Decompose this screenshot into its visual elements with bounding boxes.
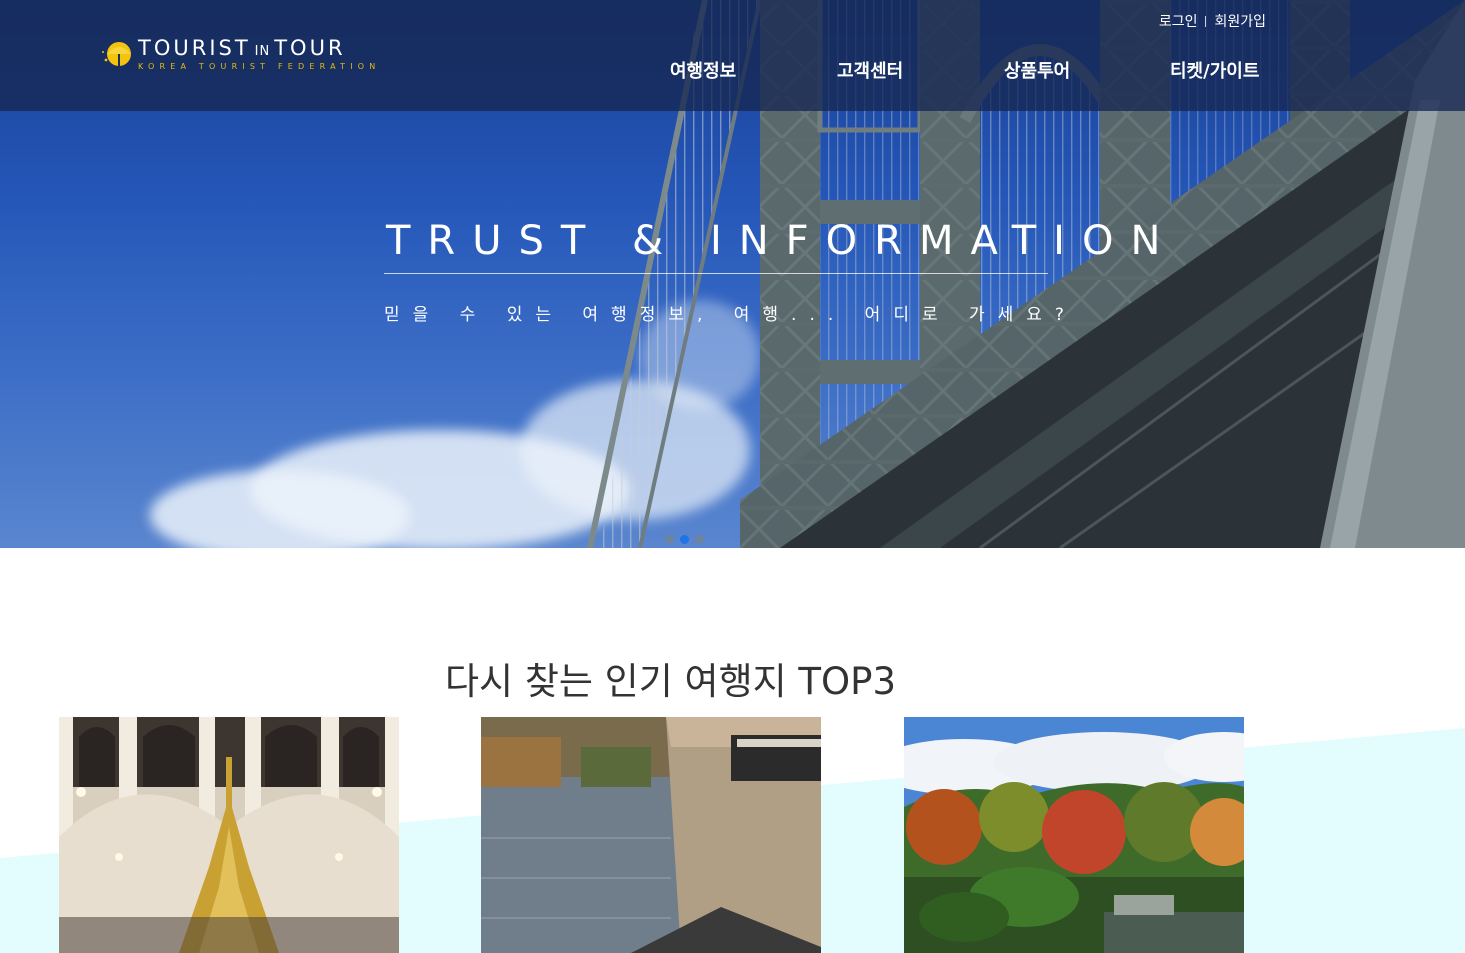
section-title: 다시 찾는 인기 여행지 TOP3 bbox=[445, 660, 896, 703]
slider-pagination bbox=[662, 529, 707, 548]
nav-item-product-tour[interactable]: 상품투어 bbox=[1004, 57, 1070, 83]
popular-destinations-section: 다시 찾는 인기 여행지 TOP3 bbox=[0, 548, 1465, 953]
japanese-garden-image bbox=[904, 717, 1244, 953]
hero-title: TRUST & INFORMATION bbox=[386, 218, 1178, 264]
hero-subtitle: 믿을 수 있는 여행정보, 여행... 어디로 가세요? bbox=[384, 305, 1077, 325]
signup-link[interactable]: 회원가입 bbox=[1214, 14, 1266, 30]
nav-item-ticket-guide[interactable]: 티켓/가이트 bbox=[1170, 57, 1259, 83]
hero-banner: TOURIST IN TOUR KOREA TOURIST FEDERATION 로… bbox=[0, 0, 1465, 548]
slider-dot-2[interactable] bbox=[680, 535, 689, 544]
utility-links: 로그인 회원가입 bbox=[1159, 11, 1266, 31]
destination-card-1[interactable] bbox=[59, 717, 399, 953]
destination-card-2[interactable] bbox=[481, 717, 821, 953]
nav-item-customer-center[interactable]: 고객센터 bbox=[837, 57, 903, 83]
login-link[interactable]: 로그인 bbox=[1159, 14, 1198, 30]
main-nav: 여행정보 고객센터 상품투어 티켓/가이트 bbox=[0, 57, 1465, 87]
slider-dot-3[interactable] bbox=[695, 535, 704, 544]
hero-divider bbox=[384, 273, 1048, 274]
divider bbox=[1205, 16, 1207, 27]
nav-item-travel-info[interactable]: 여행정보 bbox=[670, 57, 736, 83]
slider-dot-1[interactable] bbox=[665, 535, 674, 544]
reflecting-pool-image bbox=[481, 717, 821, 953]
header-bar: TOURIST IN TOUR KOREA TOURIST FEDERATION 로… bbox=[0, 0, 1465, 111]
cathedral-image bbox=[59, 717, 399, 953]
destination-card-3[interactable] bbox=[904, 717, 1244, 953]
